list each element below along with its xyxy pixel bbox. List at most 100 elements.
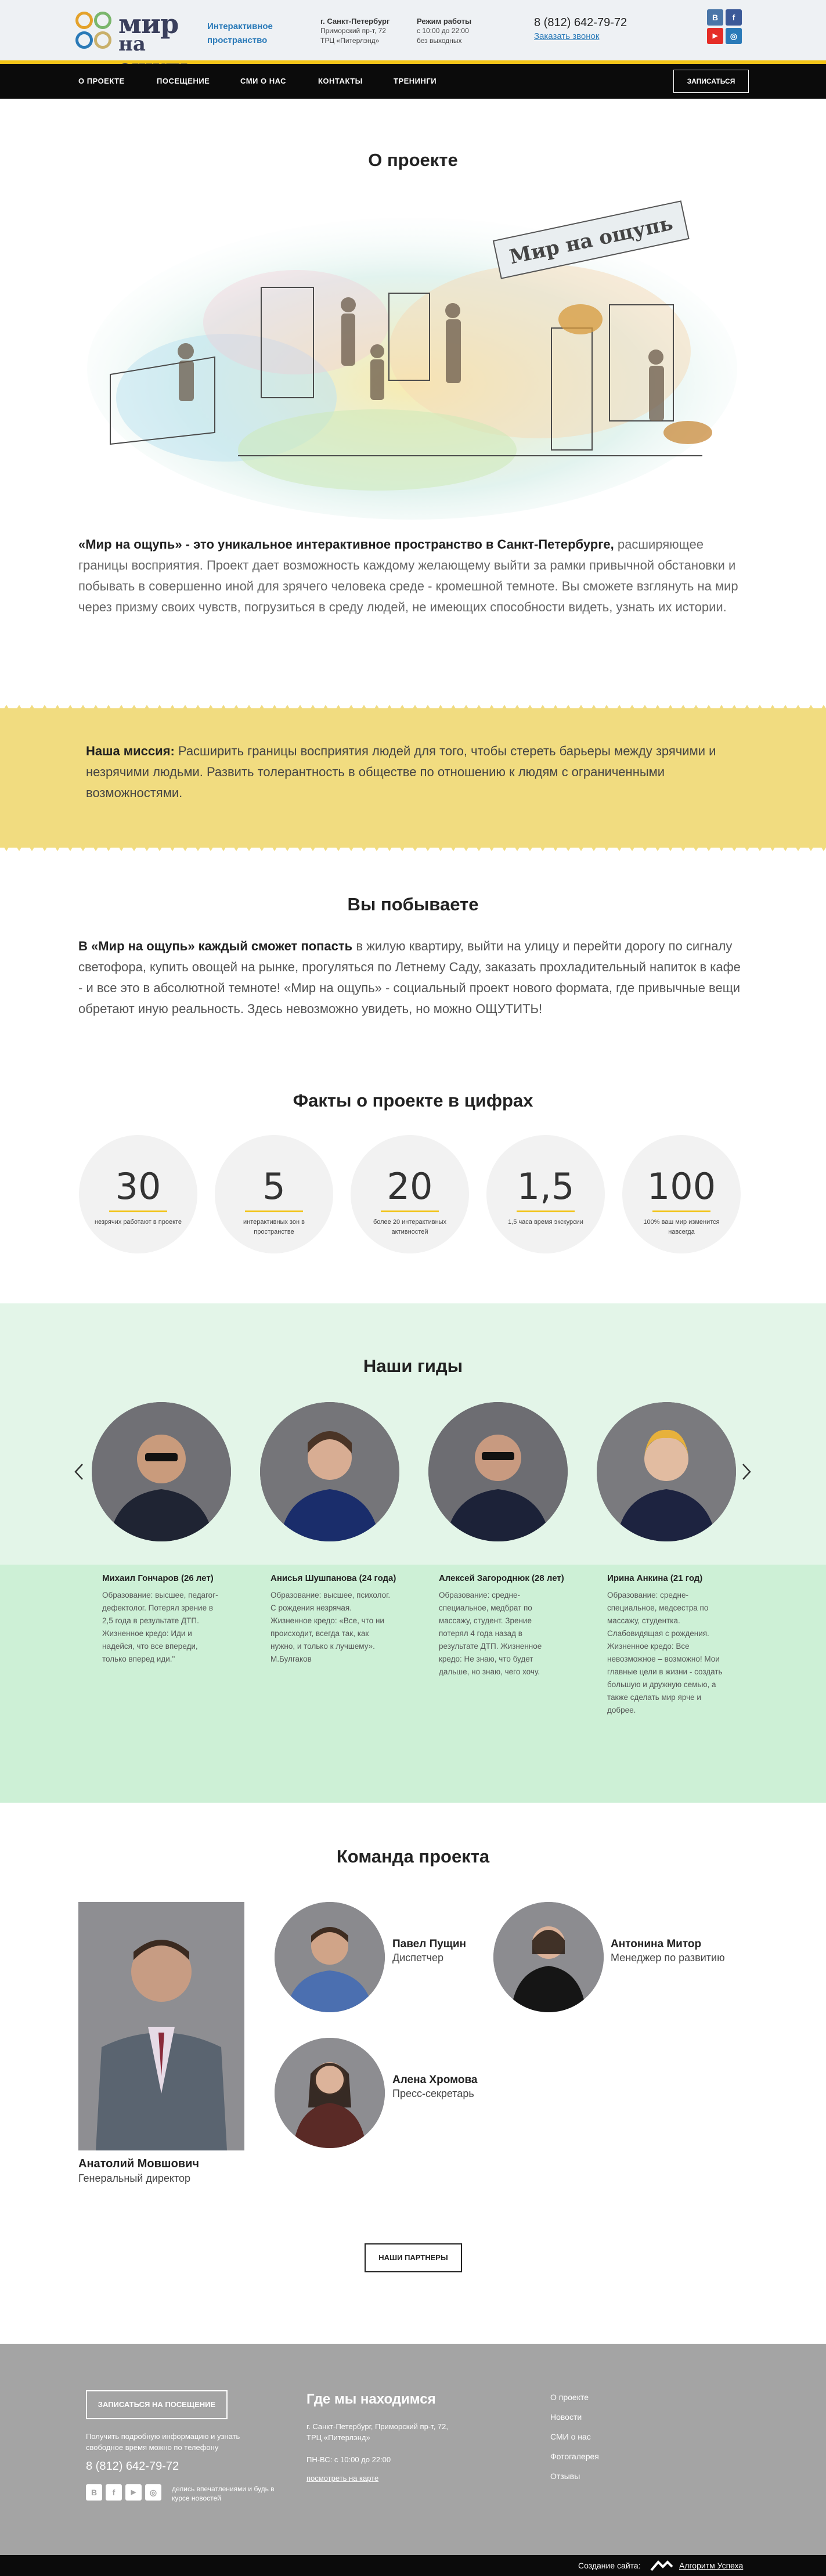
guides-title: Наши гиды bbox=[363, 1356, 463, 1376]
fact-caption: интерактивных зон в пространстве bbox=[243, 1219, 305, 1235]
team-member-role: Диспетчер bbox=[392, 1952, 444, 1963]
partners-button[interactable]: НАШИ ПАРТНЕРЫ bbox=[365, 2243, 462, 2272]
guide-photo bbox=[428, 1402, 568, 1541]
footer-menu-item[interactable]: Новости bbox=[550, 2412, 582, 2422]
zigzag-top-decoration bbox=[0, 705, 826, 715]
guide-photo bbox=[597, 1402, 736, 1541]
fact-underline bbox=[245, 1210, 303, 1212]
guide-name: Михаил Гончаров (26 лет) bbox=[102, 1573, 214, 1583]
nav-item-about[interactable]: О ПРОЕКТЕ bbox=[78, 64, 125, 99]
fact-underline bbox=[109, 1210, 167, 1212]
agency-link[interactable]: Алгоритм Успеха bbox=[679, 2555, 743, 2576]
footer-menu-item[interactable]: Отзывы bbox=[550, 2471, 580, 2481]
hours-block: Режим работы с 10:00 до 22:00 без выходн… bbox=[417, 16, 471, 46]
address-title: г. Санкт-Петербург bbox=[320, 17, 390, 26]
team-member-role: Менеджер по развитию bbox=[611, 1952, 725, 1963]
address-line-2: ТРЦ «Питерлэнд» bbox=[320, 37, 380, 45]
footer-instagram-icon[interactable]: ◎ bbox=[145, 2484, 161, 2501]
address-line-1: Приморский пр-т, 72 bbox=[320, 27, 386, 35]
team-member-photo bbox=[493, 1902, 604, 2012]
nav-item-press[interactable]: СМИ О НАС bbox=[240, 64, 286, 99]
header-phone[interactable]: 8 (812) 642-79-72 bbox=[534, 16, 627, 30]
team-member-name: Антонина Митор bbox=[611, 1938, 702, 1950]
team-lead-role: Генеральный директор bbox=[78, 2173, 191, 2184]
guides-section: Наши гиды Михаил Гончаров (26 лет) Образ… bbox=[0, 1303, 826, 1803]
team-member-role: Пресс-секретарь bbox=[392, 2088, 474, 2099]
visit-lead-bold: В «Мир на ощупь» каждый сможет попасть bbox=[78, 939, 353, 953]
about-illustration: Мир на ощупь bbox=[87, 200, 737, 520]
footer-map-link[interactable]: посмотреть на карте bbox=[306, 2473, 378, 2484]
instagram-icon[interactable]: ◎ bbox=[726, 28, 742, 44]
footer-menu-item[interactable]: СМИ о нас bbox=[550, 2432, 591, 2441]
mission-text: Наша миссия: Расширить границы восприяти… bbox=[86, 741, 742, 804]
fact-underline bbox=[517, 1210, 575, 1212]
team-member-name: Павел Пущин bbox=[392, 1938, 466, 1950]
mission-label: Наша миссия: bbox=[86, 744, 175, 758]
logo-circles-icon bbox=[75, 12, 114, 50]
footer-phone[interactable]: 8 (812) 642-79-72 bbox=[86, 2460, 179, 2473]
nav-item-trainings[interactable]: ТРЕНИНГИ bbox=[394, 64, 437, 99]
team-lead-photo bbox=[78, 1902, 244, 2150]
mission-section: Наша миссия: Расширить границы восприяти… bbox=[0, 705, 826, 851]
guide-description: Образование: высшее, педагог-дефектолог.… bbox=[102, 1591, 218, 1663]
fact-caption: 1,5 часа время экскурсии bbox=[508, 1219, 583, 1226]
footer-menu-item[interactable]: О проекте bbox=[550, 2393, 589, 2402]
team-lead-name: Анатолий Мовшович bbox=[78, 2157, 200, 2170]
mission-body: Расширить границы восприятия людей для т… bbox=[86, 744, 716, 800]
social-links: В f ▶ ◎ bbox=[707, 9, 743, 45]
agency-logo-icon bbox=[650, 2560, 673, 2571]
about-paragraph: «Мир на ощупь» - это уникальное интеракт… bbox=[78, 534, 746, 618]
callback-link[interactable]: Заказать звонок bbox=[534, 31, 599, 41]
main-nav: О ПРОЕКТЕ ПОСЕЩЕНИЕ СМИ О НАС КОНТАКТЫ Т… bbox=[0, 64, 826, 99]
fact-card: 30 незрячих работают в проекте bbox=[79, 1135, 197, 1253]
guide-photo bbox=[92, 1402, 231, 1541]
site-header: мир на ощупь Интерактивное пространство … bbox=[0, 0, 826, 79]
youtube-icon[interactable]: ▶ bbox=[707, 28, 723, 44]
guide-name: Анисья Шушпанова (24 года) bbox=[270, 1573, 396, 1583]
team-member-photo bbox=[275, 1902, 385, 2012]
footer-vk-icon[interactable]: В bbox=[86, 2484, 102, 2501]
footer-address: г. Санкт-Петербург, Приморский пр-т, 72,… bbox=[306, 2422, 448, 2442]
hours-line-1: с 10:00 до 22:00 bbox=[417, 27, 469, 35]
fact-number: 5 bbox=[262, 1165, 286, 1208]
guide-name: Ирина Анкина (21 год) bbox=[607, 1573, 703, 1583]
guide-photo bbox=[260, 1402, 399, 1541]
team-title: Команда проекта bbox=[336, 1846, 490, 1867]
fact-card: 100 100% ваш мир изменится навсегда bbox=[622, 1135, 741, 1253]
carousel-prev-arrow-icon[interactable] bbox=[73, 1463, 85, 1480]
about-lead-bold: «Мир на ощупь» - это уникальное интеракт… bbox=[78, 537, 614, 552]
facts-title: Факты о проекте в цифрах bbox=[293, 1090, 533, 1111]
fact-underline bbox=[652, 1210, 710, 1212]
facebook-icon[interactable]: f bbox=[726, 9, 742, 26]
fact-caption: 100% ваш мир изменится навсегда bbox=[643, 1219, 720, 1235]
footer-signup-button[interactable]: ЗАПИСАТЬСЯ НА ПОСЕЩЕНИЕ bbox=[86, 2390, 228, 2419]
guide-name: Алексей Загороднюк (28 лет) bbox=[439, 1573, 564, 1583]
team-member-photo bbox=[275, 2038, 385, 2148]
signup-button[interactable]: ЗАПИСАТЬСЯ bbox=[673, 70, 749, 93]
footer-facebook-icon[interactable]: f bbox=[106, 2484, 122, 2501]
fact-number: 1,5 bbox=[517, 1165, 575, 1208]
site-footer: ЗАПИСАТЬСЯ НА ПОСЕЩЕНИЕ Получить подробн… bbox=[0, 2344, 826, 2555]
visit-title: Вы побываете bbox=[347, 894, 479, 914]
vk-icon[interactable]: В bbox=[707, 9, 723, 26]
footer-menu-item[interactable]: Фотогалерея bbox=[550, 2452, 599, 2461]
fact-caption: незрячих работают в проекте bbox=[94, 1219, 182, 1226]
footer-youtube-icon[interactable]: ▶ bbox=[125, 2484, 142, 2501]
carousel-next-arrow-icon[interactable] bbox=[741, 1463, 752, 1480]
fact-number: 30 bbox=[115, 1165, 161, 1208]
about-title: О проекте bbox=[368, 150, 458, 170]
guide-description: Образование: средне-специальное, медсест… bbox=[607, 1591, 723, 1714]
team-member-name: Алена Хромова bbox=[392, 2074, 478, 2086]
footer-where-title: Где мы находимся bbox=[306, 2391, 436, 2407]
made-by-label: Создание сайта: bbox=[578, 2561, 641, 2570]
fact-number: 100 bbox=[647, 1165, 716, 1208]
fact-card: 1,5 1,5 часа время экскурсии bbox=[486, 1135, 605, 1253]
bottom-bar: Создание сайта: Алгоритм Успеха bbox=[0, 2555, 826, 2576]
nav-item-contacts[interactable]: КОНТАКТЫ bbox=[318, 64, 363, 99]
logo[interactable]: мир на ощупь bbox=[75, 7, 200, 79]
fact-number: 20 bbox=[387, 1165, 433, 1208]
zigzag-bottom-decoration bbox=[0, 841, 826, 851]
guide-description: Образование: высшее, психолог. С рождени… bbox=[270, 1591, 391, 1663]
footer-social-note: делись впечатлениями и будь в курсе ново… bbox=[172, 2485, 275, 2502]
nav-item-visit[interactable]: ПОСЕЩЕНИЕ bbox=[157, 64, 210, 99]
